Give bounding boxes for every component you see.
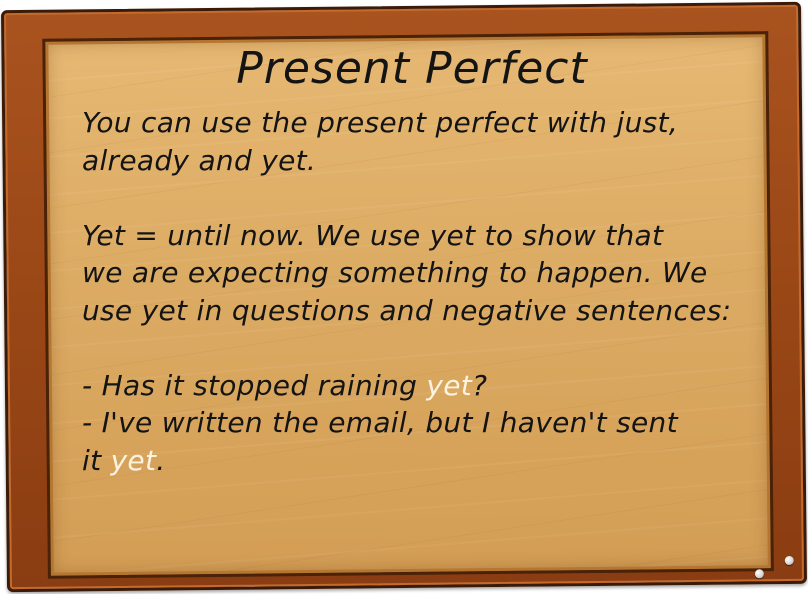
intro-line-1: You can use the present perfect with jus… xyxy=(82,106,679,139)
nail-icon xyxy=(754,569,764,579)
board-content: Present Perfect You can use the present … xyxy=(82,40,742,479)
intro-line-2: already and yet. xyxy=(82,143,317,177)
nail-icon xyxy=(784,555,794,566)
example-2-line-2: it yet. xyxy=(82,442,742,480)
definition-line-2: we are expecting something to happen. We xyxy=(82,256,708,289)
highlighted-word: yet xyxy=(426,368,473,402)
example-2-line-1: - I've written the email, but I haven't … xyxy=(82,406,678,439)
page-title: Present Perfect xyxy=(236,43,588,94)
highlighted-word: yet xyxy=(110,443,157,477)
example-text: - Has it stopped raining xyxy=(82,368,427,402)
example-1: - Has it stopped raining yet? xyxy=(82,367,742,405)
example-text: it xyxy=(82,443,111,477)
example-text: ? xyxy=(472,368,488,402)
example-text: . xyxy=(156,443,166,477)
definition-line-3: use yet in questions and negative senten… xyxy=(82,293,732,327)
definition-line-1: Yet = until now. We use yet to show that xyxy=(82,218,664,252)
